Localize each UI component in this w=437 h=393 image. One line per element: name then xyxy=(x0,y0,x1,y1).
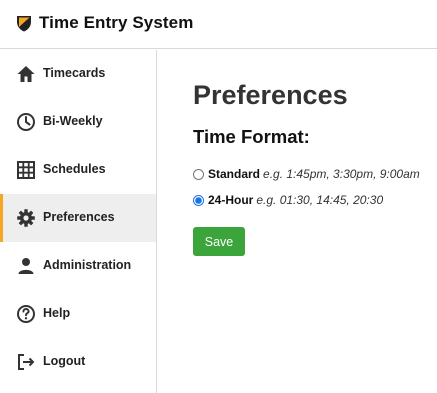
sidebar-item-logout[interactable]: Logout xyxy=(0,338,156,386)
24-hour-format-option[interactable]: 24-Hour e.g. 01:30, 14:45, 20:30 xyxy=(193,192,383,208)
standard-radio[interactable] xyxy=(193,168,204,180)
active-indicator xyxy=(0,194,3,242)
sidebar-item-label: Preferences xyxy=(43,210,115,224)
main-content: Preferences Time Format: Standard e.g. 1… xyxy=(157,50,437,393)
sidebar-item-help[interactable]: Help xyxy=(0,290,156,338)
24-hour-radio[interactable] xyxy=(193,194,204,206)
option-name: Standard xyxy=(208,167,261,181)
section-title: Time Format: xyxy=(193,126,310,147)
person-icon xyxy=(16,256,36,276)
home-icon xyxy=(16,64,36,84)
sidebar-item-timecards[interactable]: Timecards xyxy=(0,50,156,98)
page-title: Preferences xyxy=(193,80,348,110)
sidebar-item-preferences[interactable]: Preferences xyxy=(0,194,156,242)
sidebar-item-label: Schedules xyxy=(43,162,106,176)
shield-logo-icon xyxy=(16,15,32,32)
sidebar: Timecards Bi-Weekly Schedules Preference… xyxy=(0,50,157,393)
sidebar-item-label: Help xyxy=(43,306,71,320)
sidebar-item-label: Logout xyxy=(43,354,86,368)
question-icon xyxy=(16,304,36,324)
sidebar-item-label: Timecards xyxy=(43,66,106,80)
grid-icon xyxy=(16,160,36,180)
sidebar-item-label: Administration xyxy=(43,258,132,272)
option-example: e.g. 01:30, 14:45, 20:30 xyxy=(256,193,384,207)
logout-icon xyxy=(16,352,36,372)
sidebar-item-label: Bi-Weekly xyxy=(43,114,103,128)
sidebar-item-administration[interactable]: Administration xyxy=(0,242,156,290)
sidebar-item-bi-weekly[interactable]: Bi-Weekly xyxy=(0,98,156,146)
gear-icon xyxy=(16,208,36,228)
clock-icon xyxy=(16,112,36,132)
option-example: e.g. 1:45pm, 3:30pm, 9:00am xyxy=(263,167,420,181)
app-title: Time Entry System xyxy=(39,13,194,32)
save-button[interactable]: Save xyxy=(193,227,245,256)
sidebar-item-schedules[interactable]: Schedules xyxy=(0,146,156,194)
standard-format-option[interactable]: Standard e.g. 1:45pm, 3:30pm, 9:00am xyxy=(193,166,420,182)
option-name: 24-Hour xyxy=(208,193,254,207)
top-bar: Time Entry System xyxy=(0,0,437,49)
